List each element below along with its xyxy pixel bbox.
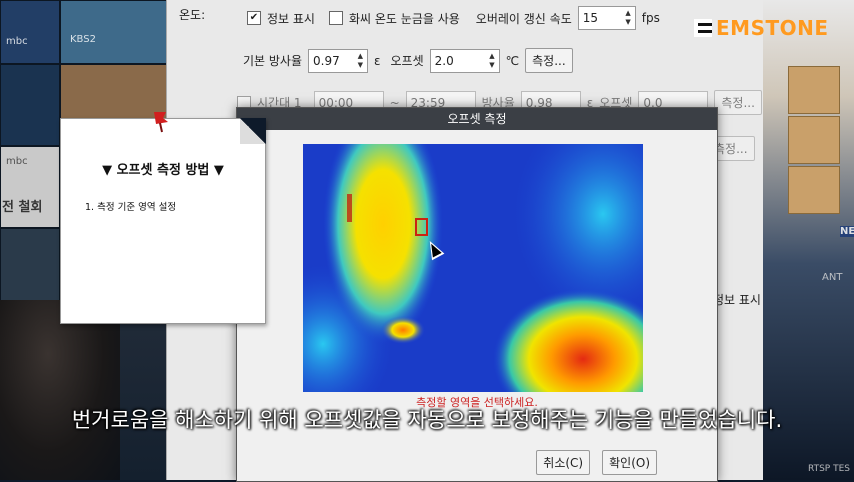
instruction-note: ▼ 오프셋 측정 방법 ▼ 1. 측정 기준 영역 설정 xyxy=(60,118,266,324)
overlay-refresh-spinbox[interactable]: 15 ▲ ▼ xyxy=(577,6,636,30)
epsilon-symbol: ε xyxy=(374,53,381,68)
monitor-label: KBS2 xyxy=(70,34,96,45)
monitor-label: 전 철회 xyxy=(2,200,43,215)
selection-box[interactable] xyxy=(415,218,428,236)
measure-button-2[interactable]: 측정... xyxy=(714,90,762,115)
emissivity-value: 0.97 xyxy=(313,53,340,68)
temp-label: 온도: xyxy=(179,8,206,22)
cancel-button[interactable]: 취소(C) xyxy=(536,450,591,475)
info-display-checkbox[interactable]: ✔ xyxy=(247,11,261,25)
monitor-tile xyxy=(60,0,172,64)
video-subtitle: 번거로움을 해소하기 위해 오프셋값을 자동으로 보정해주는 기능을 만들었습니… xyxy=(71,408,783,432)
info-display-right-label: 정보 표시 xyxy=(713,293,761,307)
spin-arrows-icon[interactable]: ▲ ▼ xyxy=(625,9,630,27)
monitor-label: mbc xyxy=(6,156,28,167)
ok-button[interactable]: 확인(O) xyxy=(602,450,657,475)
monitor-tile xyxy=(0,64,60,146)
emstone-logo: EMSTONE xyxy=(694,16,829,40)
right-label: RTSP TES xyxy=(808,464,850,474)
shelf-box xyxy=(788,116,840,164)
overlay-refresh-value: 15 xyxy=(582,11,599,25)
measure-button[interactable]: 측정... xyxy=(525,48,573,73)
thermal-heatmap xyxy=(303,144,643,392)
celsius-unit: ℃ xyxy=(505,53,520,68)
logo-mark-icon xyxy=(694,19,712,37)
offset-spinbox[interactable]: 2.0 ▲ ▼ xyxy=(429,48,500,73)
spin-arrows-icon[interactable]: ▲ ▼ xyxy=(358,52,363,70)
overlay-refresh-label: 오버레이 갱신 속도 xyxy=(475,11,572,26)
right-label: ANT xyxy=(822,272,843,283)
monitor-tile xyxy=(0,0,60,64)
info-display-label: 정보 표시 xyxy=(267,11,315,26)
fahrenheit-label: 화씨 온도 눈금을 사용 xyxy=(348,11,460,26)
fps-unit: fps xyxy=(641,11,660,25)
emissivity-spinbox[interactable]: 0.97 ▲ ▼ xyxy=(308,48,369,73)
emissivity-label: 기본 방사율 xyxy=(243,54,303,68)
spin-arrows-icon[interactable]: ▲ ▼ xyxy=(489,52,494,70)
logo-text: EMSTONE xyxy=(716,16,829,40)
offset-value: 2.0 xyxy=(434,53,454,68)
note-title: ▼ 오프셋 측정 방법 ▼ xyxy=(102,163,224,178)
shelf-box xyxy=(788,166,840,214)
dialog-title: 오프셋 측정 xyxy=(237,108,717,130)
thermal-image[interactable] xyxy=(303,144,643,392)
right-label: NE xyxy=(840,226,854,237)
fahrenheit-checkbox[interactable] xyxy=(328,11,343,25)
offset-label: 오프셋 xyxy=(390,54,424,68)
shelf-box xyxy=(788,66,840,114)
person-silhouette xyxy=(0,300,120,480)
monitor-label: mbc xyxy=(6,36,28,47)
pushpin-icon xyxy=(154,112,168,133)
monitor-tile xyxy=(0,228,60,310)
note-step-1: 1. 측정 기준 영역 설정 xyxy=(85,202,177,213)
